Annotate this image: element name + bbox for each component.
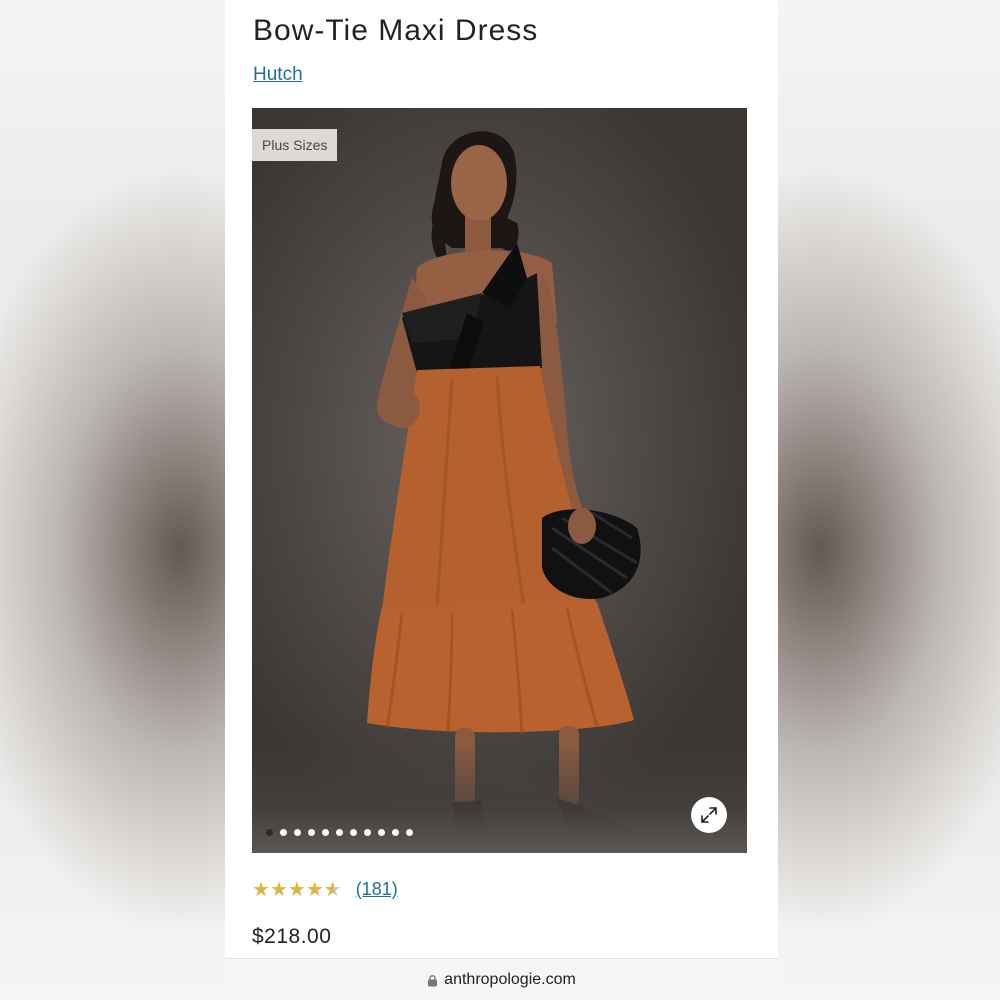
half-star-icon: ★ ★	[323, 879, 342, 901]
rating-row: ★ ★ ★ ★ ★ ★ (181)	[252, 877, 398, 902]
brand-link[interactable]: Hutch	[253, 64, 303, 86]
product-price: $218.00	[252, 925, 332, 948]
mobile-page: Bow-Tie Maxi Dress Hutch Plus Sizes ★ ★ …	[225, 0, 778, 1000]
gallery-dot-10[interactable]	[392, 829, 399, 836]
gallery-dot-9[interactable]	[378, 829, 385, 836]
browser-url-bar[interactable]: anthropologie.com	[225, 958, 778, 1000]
star-icon: ★	[287, 879, 306, 901]
floor-shadow	[252, 743, 747, 853]
gallery-dot-2[interactable]	[280, 829, 287, 836]
star-icon: ★	[252, 879, 270, 901]
gallery-dot-8[interactable]	[364, 829, 371, 836]
gallery-dot-3[interactable]	[294, 829, 301, 836]
lock-icon	[427, 974, 438, 987]
gallery-dot-4[interactable]	[308, 829, 315, 836]
expand-image-button[interactable]	[691, 797, 727, 833]
star-icon: ★	[305, 879, 324, 901]
gallery-dot-7[interactable]	[350, 829, 357, 836]
gallery-dot-5[interactable]	[322, 829, 329, 836]
expand-icon	[701, 807, 717, 823]
gallery-dot-11[interactable]	[406, 829, 413, 836]
product-image-gallery[interactable]: Plus Sizes	[252, 108, 747, 853]
star-rating: ★ ★ ★ ★ ★ ★	[252, 877, 342, 902]
url-text: anthropologie.com	[444, 971, 576, 988]
product-title: Bow-Tie Maxi Dress	[253, 14, 539, 47]
blurred-background-right	[775, 0, 1000, 1000]
product-photo	[272, 131, 641, 853]
gallery-dot-6[interactable]	[336, 829, 343, 836]
gallery-pagination	[266, 829, 413, 836]
gallery-dot-1[interactable]	[266, 829, 273, 836]
plus-sizes-badge: Plus Sizes	[252, 129, 338, 161]
review-count-link[interactable]: (181)	[356, 879, 398, 900]
star-icon: ★	[269, 879, 288, 901]
blurred-background-left	[0, 0, 225, 1000]
